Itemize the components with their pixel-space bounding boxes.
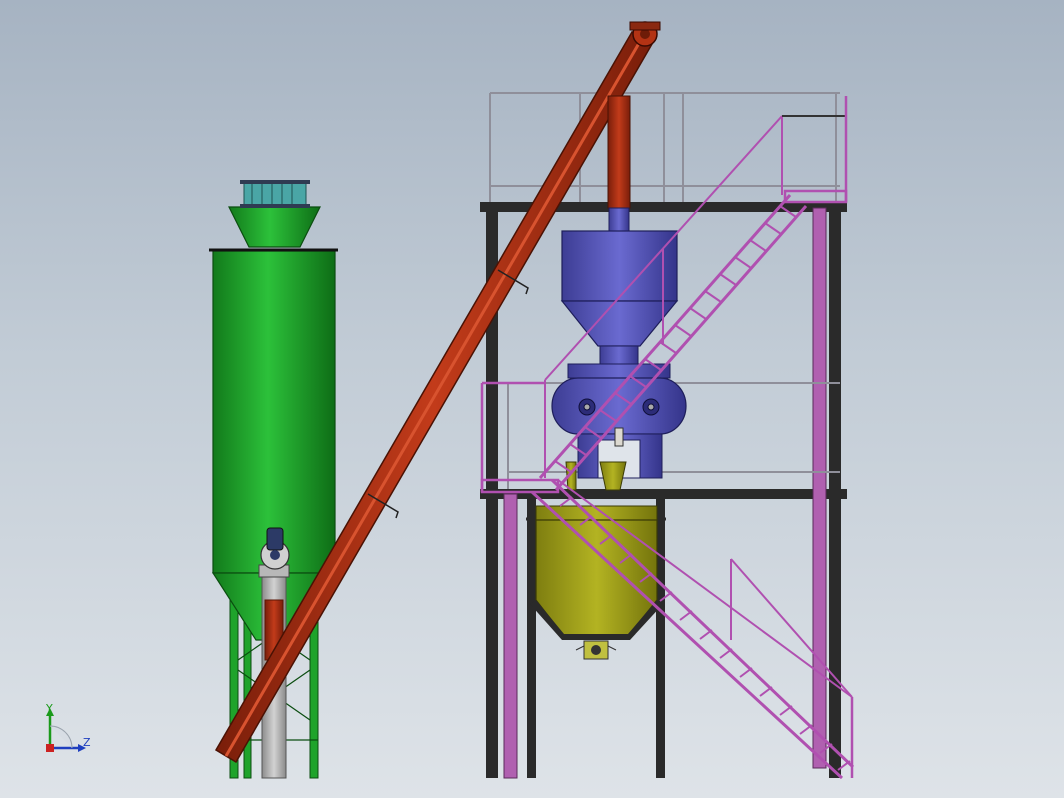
discharge-valve-icon [575, 640, 617, 660]
axis-label-y: Y [45, 702, 53, 715]
axis-label-z: Z [83, 736, 91, 749]
conveyor-discharge-chute [607, 95, 631, 209]
mixer-feed-hopper-top [561, 230, 678, 302]
mixer-sight-glass [614, 427, 624, 447]
mixer-feed-hopper-cone [560, 300, 679, 347]
dust-collector-filter [240, 180, 310, 208]
cad-viewport[interactable]: Y Z [0, 0, 1064, 798]
dust-collector-hopper [228, 206, 321, 248]
weigh-hopper-body [535, 519, 658, 637]
steel-frame[interactable] [480, 92, 847, 779]
cad-model-scene[interactable]: Y Z [0, 0, 1064, 798]
mixer-unit[interactable] [551, 207, 687, 479]
axis-triad: Y Z [45, 702, 91, 752]
mixer-inlet-pipe [608, 207, 630, 233]
silo-body [212, 250, 336, 574]
mixer-feed-neck [599, 345, 639, 365]
weigh-hopper-inlet [599, 461, 627, 491]
